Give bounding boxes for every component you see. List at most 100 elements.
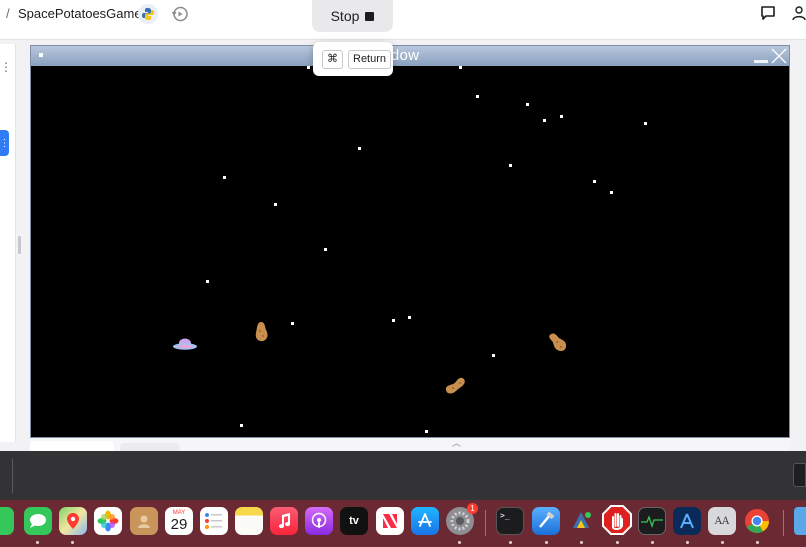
stop-label: Stop	[330, 8, 360, 24]
star	[240, 424, 243, 427]
command-key: ⌘	[322, 49, 343, 69]
chrome-icon[interactable]	[743, 507, 771, 535]
maps-icon[interactable]	[59, 507, 87, 535]
instruments-icon[interactable]	[673, 507, 701, 535]
dock-separator	[485, 510, 486, 536]
podcasts-icon[interactable]	[305, 507, 333, 535]
activity-graph-graphic	[641, 515, 663, 528]
console-divider	[12, 459, 13, 493]
news-icon[interactable]	[376, 507, 404, 535]
output-tab-secondary[interactable]	[120, 443, 180, 451]
running-indicator	[616, 541, 619, 544]
star	[324, 248, 327, 251]
game-titlebar[interactable]: e Window	[31, 46, 789, 66]
reminders-icon[interactable]	[200, 507, 228, 535]
activity-monitor-icon[interactable]	[638, 507, 666, 535]
potato-asteroid	[445, 377, 465, 394]
star	[223, 176, 226, 179]
star	[358, 147, 361, 150]
running-indicator	[651, 541, 654, 544]
star	[392, 319, 395, 322]
window-menu-icon[interactable]	[39, 53, 43, 57]
star	[543, 119, 546, 122]
run-shortcut-tooltip: ⌘ Return	[313, 42, 393, 76]
game-window[interactable]: e Window	[30, 45, 790, 438]
console-side-handle[interactable]	[793, 463, 806, 487]
more-icon[interactable]: ⋮	[0, 60, 12, 74]
chrome-graphic	[745, 509, 769, 534]
notes-icon[interactable]	[235, 507, 263, 535]
calendar-icon[interactable]: MAY 29	[165, 507, 193, 535]
star	[560, 115, 563, 118]
terminal-prompt-glyph: >_	[500, 511, 510, 520]
potato-asteroid	[255, 322, 268, 342]
chat-icon-graphic	[761, 6, 775, 20]
pane-resizer[interactable]	[18, 236, 21, 254]
python-icon[interactable]	[138, 4, 158, 24]
xcode-icon[interactable]	[532, 507, 560, 535]
user-icon[interactable]	[792, 5, 806, 23]
ufo-ship-sprite	[173, 338, 197, 350]
facetime-icon[interactable]	[0, 507, 14, 535]
contacts-icon[interactable]	[130, 507, 158, 535]
chevron-up-icon[interactable]: ︿	[452, 436, 461, 449]
console-panel[interactable]	[0, 451, 806, 500]
podcast-graphic	[311, 512, 327, 528]
star	[425, 430, 428, 433]
tv-icon[interactable]: tv	[340, 507, 368, 535]
contact-person-graphic	[138, 515, 150, 528]
output-tab-strip: ︿	[30, 438, 790, 451]
python-icon-graphic	[142, 8, 154, 20]
map-pin-graphic	[67, 513, 79, 529]
messages-icon[interactable]	[24, 507, 52, 535]
folder-icon[interactable]	[794, 507, 806, 535]
star	[610, 191, 613, 194]
close-icon[interactable]	[771, 48, 787, 64]
running-indicator	[756, 541, 759, 544]
python-rocket-graphic	[573, 512, 591, 528]
font-book-icon[interactable]: AA	[708, 507, 736, 535]
app-store-a-graphic	[418, 513, 432, 527]
stop-icon	[365, 11, 375, 21]
reminders-list-graphic	[205, 513, 222, 529]
return-key: Return	[348, 49, 392, 69]
history-icon[interactable]	[170, 4, 190, 24]
adblock-icon[interactable]	[602, 505, 632, 535]
photos-icon[interactable]	[94, 507, 122, 535]
chat-icon[interactable]	[760, 5, 778, 23]
gear-icon	[450, 511, 470, 531]
running-indicator	[721, 541, 724, 544]
news-graphic	[383, 514, 397, 528]
dock-separator	[783, 510, 784, 536]
calendar-day: 29	[170, 515, 188, 533]
music-note-graphic	[279, 513, 291, 529]
star	[526, 103, 529, 106]
music-icon[interactable]	[270, 507, 298, 535]
history-icon-graphic	[171, 6, 188, 22]
python-launcher-icon[interactable]	[567, 507, 595, 535]
output-tab[interactable]	[30, 441, 114, 451]
star	[291, 322, 294, 325]
dock: MAY 29 tv >_ AA	[0, 500, 806, 547]
star	[476, 95, 479, 98]
minimize-icon[interactable]	[754, 60, 768, 63]
project-name[interactable]: SpacePotatoesGame	[18, 6, 142, 21]
close-icon-graphic	[771, 48, 787, 64]
star	[459, 66, 462, 69]
files-tab-icon[interactable]: ⋮	[0, 130, 10, 156]
instruments-a-graphic	[680, 513, 694, 529]
hammer-graphic	[539, 511, 555, 528]
speech-bubble-graphic	[30, 514, 46, 528]
stop-button[interactable]: Stop	[312, 0, 393, 32]
running-indicator	[509, 541, 512, 544]
star	[593, 180, 596, 183]
terminal-icon[interactable]: >_	[496, 507, 524, 535]
running-indicator	[686, 541, 689, 544]
stop-hand-graphic	[602, 505, 632, 535]
app-store-icon[interactable]	[411, 507, 439, 535]
star	[644, 122, 647, 125]
photos-flower-graphic	[97, 510, 119, 532]
star	[492, 354, 495, 357]
star	[509, 164, 512, 167]
running-indicator	[458, 541, 461, 544]
